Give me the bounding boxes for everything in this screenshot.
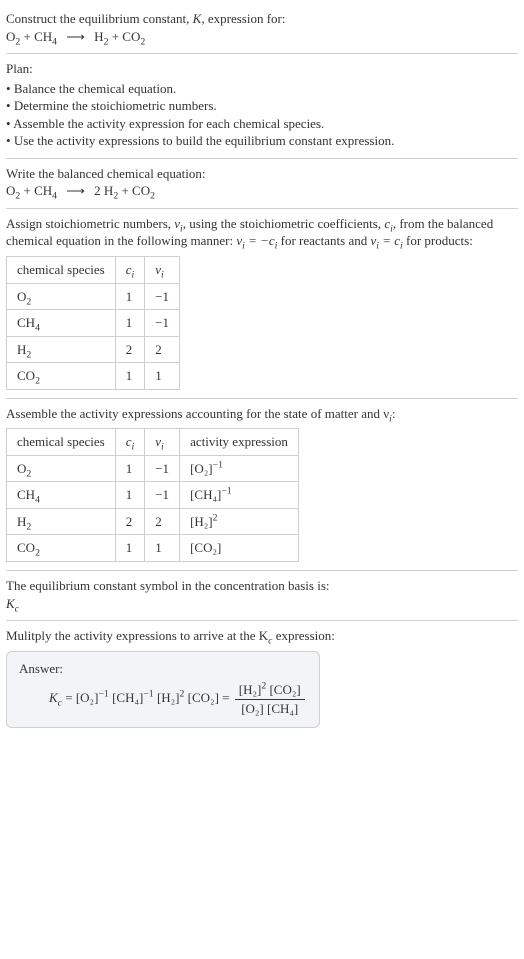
- table-row: CH4 1 −1 [CH₄]−1: [7, 482, 299, 509]
- answer-box: Answer: Kc = [O₂]−1 [CH₄]−1 [H₂]2 [CO₂] …: [6, 651, 320, 729]
- nui-cell: −1: [145, 283, 180, 310]
- species-cell: H2: [7, 508, 116, 535]
- activity-cell: [O₂]−1: [180, 455, 299, 482]
- species-cell: O2: [7, 455, 116, 482]
- assign-section: Assign stoichiometric numbers, νi, using…: [6, 209, 518, 399]
- ci-cell: 2: [115, 508, 145, 535]
- prompt-line: Construct the equilibrium constant, K, e…: [6, 10, 518, 28]
- table-row: CO2 1 1 [CO₂]: [7, 535, 299, 562]
- plan-item: Balance the chemical equation.: [6, 80, 518, 98]
- plan-section: Plan: Balance the chemical equation. Det…: [6, 54, 518, 159]
- balanced-section: Write the balanced chemical equation: O2…: [6, 159, 518, 209]
- ci-cell: 2: [115, 336, 145, 363]
- plan-item: Determine the stoichiometric numbers.: [6, 97, 518, 115]
- table-row: H2 2 2: [7, 336, 180, 363]
- species-cell: CO2: [7, 363, 116, 390]
- nui-cell: 1: [145, 363, 180, 390]
- table-row: H2 2 2 [H₂]2: [7, 508, 299, 535]
- activity-heading: Assemble the activity expressions accoun…: [6, 405, 518, 423]
- nui-cell: 2: [145, 336, 180, 363]
- ci-cell: 1: [115, 482, 145, 509]
- species-cell: H2: [7, 336, 116, 363]
- col-species: chemical species: [7, 257, 116, 284]
- coef-h2: 2: [94, 183, 101, 198]
- answer-label: Answer:: [19, 660, 307, 678]
- species-cell: CH4: [7, 310, 116, 337]
- nui-cell: −1: [145, 455, 180, 482]
- nui-cell: −1: [145, 310, 180, 337]
- table-row: O2 1 −1: [7, 283, 180, 310]
- table-header-row: chemical species ci νi activity expressi…: [7, 429, 299, 456]
- plan-heading: Plan:: [6, 60, 518, 78]
- stoich-table: chemical species ci νi O2 1 −1 CH4 1 −1 …: [6, 256, 180, 390]
- answer-expression: Kc = [O₂]−1 [CH₄]−1 [H₂]2 [CO₂] = [H₂]2 …: [19, 681, 307, 717]
- col-ci: ci: [115, 257, 145, 284]
- activity-cell: [CO₂]: [180, 535, 299, 562]
- kc-line: The equilibrium constant symbol in the c…: [6, 577, 518, 595]
- activity-cell: [H₂]2: [180, 508, 299, 535]
- balanced-equation: O2 + CH4 ⟶ 2 H2 + CO2: [6, 182, 518, 200]
- plan-list: Balance the chemical equation. Determine…: [6, 80, 518, 150]
- plan-item: Assemble the activity expression for eac…: [6, 115, 518, 133]
- ci-cell: 1: [115, 363, 145, 390]
- col-nui: νi: [145, 429, 180, 456]
- arrow-icon: ⟶: [66, 182, 85, 200]
- col-activity: activity expression: [180, 429, 299, 456]
- ci-cell: 1: [115, 535, 145, 562]
- ci-cell: 1: [115, 455, 145, 482]
- table-header-row: chemical species ci νi: [7, 257, 180, 284]
- kc-symbol-section: The equilibrium constant symbol in the c…: [6, 571, 518, 621]
- plan-item: Use the activity expressions to build th…: [6, 132, 518, 150]
- species-cell: O2: [7, 283, 116, 310]
- species-cell: CH4: [7, 482, 116, 509]
- ci-cell: 1: [115, 283, 145, 310]
- col-ci: ci: [115, 429, 145, 456]
- fraction-numerator: [H₂]2 [CO₂]: [235, 681, 305, 700]
- fraction-denominator: [O₂] [CH₄]: [235, 700, 305, 718]
- arrow-icon: ⟶: [66, 28, 85, 46]
- fraction: [H₂]2 [CO₂] [O₂] [CH₄]: [235, 681, 305, 717]
- table-row: O2 1 −1 [O₂]−1: [7, 455, 299, 482]
- nui-cell: 1: [145, 535, 180, 562]
- kc-symbol: Kc: [6, 595, 518, 613]
- final-section: Mulitply the activity expressions to arr…: [6, 621, 518, 736]
- col-species: chemical species: [7, 429, 116, 456]
- balanced-heading: Write the balanced chemical equation:: [6, 165, 518, 183]
- activity-section: Assemble the activity expressions accoun…: [6, 399, 518, 571]
- prompt-equation: O2 + CH4 ⟶ H2 + CO2: [6, 28, 518, 46]
- prompt-section: Construct the equilibrium constant, K, e…: [6, 4, 518, 54]
- prompt-text: Construct the equilibrium constant, K, e…: [6, 11, 285, 26]
- final-line: Mulitply the activity expressions to arr…: [6, 627, 518, 645]
- ci-cell: 1: [115, 310, 145, 337]
- species-cell: CO2: [7, 535, 116, 562]
- nui-cell: 2: [145, 508, 180, 535]
- nui-cell: −1: [145, 482, 180, 509]
- activity-cell: [CH₄]−1: [180, 482, 299, 509]
- table-row: CO2 1 1: [7, 363, 180, 390]
- activity-table: chemical species ci νi activity expressi…: [6, 428, 299, 562]
- table-row: CH4 1 −1: [7, 310, 180, 337]
- assign-text: Assign stoichiometric numbers, νi, using…: [6, 215, 518, 250]
- col-nui: νi: [145, 257, 180, 284]
